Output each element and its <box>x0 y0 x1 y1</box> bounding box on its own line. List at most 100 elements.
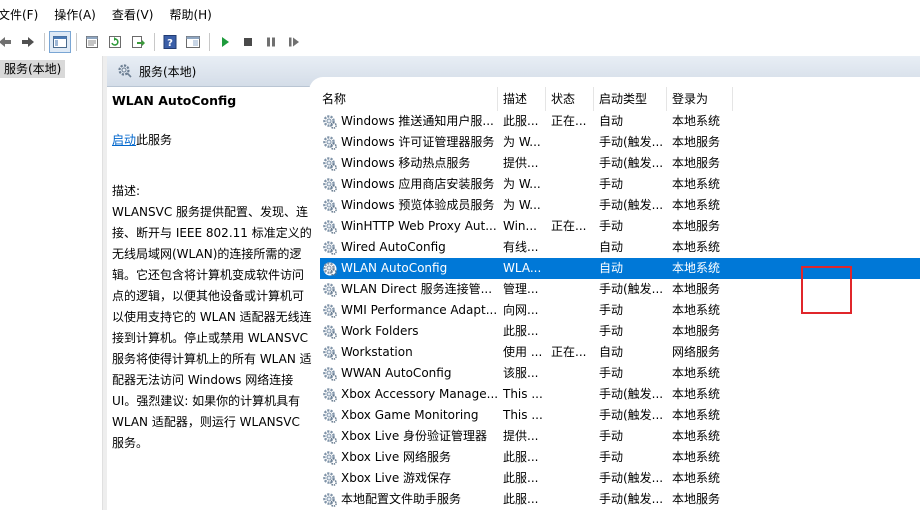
service-gear-icon <box>323 135 337 150</box>
column-header-name[interactable]: 名称 <box>320 87 498 111</box>
console-tree: 服务(本地) <box>0 56 103 510</box>
service-logon-as: 本地系统 <box>672 261 721 275</box>
stop-icon[interactable] <box>237 31 259 53</box>
help-icon[interactable]: ? <box>159 31 181 53</box>
service-name-cell: WLAN AutoConfig <box>320 258 498 279</box>
table-row[interactable]: Xbox Live 身份验证管理器 提供... 手动 本地系统 <box>320 426 920 447</box>
table-row[interactable]: WWAN AutoConfig 该服... 手动 本地系统 <box>320 363 920 384</box>
menu-bar: 文件(F) 操作(A) 查看(V) 帮助(H) <box>0 0 920 30</box>
table-row[interactable]: Windows 应用商店安装服务为 W... 手动 本地系统 <box>320 174 920 195</box>
description-text: WLANSVC 服务提供配置、发现、连接、断开与 IEEE 802.11 标准定… <box>112 205 312 450</box>
service-description: This ... <box>503 408 543 422</box>
toolbar-separator <box>209 33 210 51</box>
service-name: 本地配置文件助手服务 <box>341 492 462 506</box>
restart-icon[interactable] <box>283 31 305 53</box>
table-row[interactable]: Xbox Live 网络服务 此服... 手动 本地系统 <box>320 447 920 468</box>
play-icon[interactable] <box>214 31 236 53</box>
service-name: Work Folders <box>341 324 419 338</box>
service-logon-as: 本地系统 <box>672 240 721 254</box>
service-name-cell: WWAN AutoConfig <box>320 363 498 384</box>
service-gear-icon <box>323 240 337 255</box>
service-name-cell: 本地配置文件助手服务 <box>320 489 498 510</box>
table-row[interactable]: Xbox Game Monitoring This ... 手动(触发... 本地系统 <box>320 405 920 426</box>
service-gear-icon <box>323 114 337 129</box>
show-tree-icon[interactable] <box>49 31 71 53</box>
column-header-description[interactable]: 描述 <box>498 87 546 111</box>
service-name-cell: Xbox Game Monitoring <box>320 405 498 426</box>
service-name: WMI Performance Adapt... <box>341 303 498 317</box>
service-name: WinHTTP Web Proxy Aut... <box>341 219 497 233</box>
service-description: 此服... <box>503 114 539 128</box>
service-name: WWAN AutoConfig <box>341 366 452 380</box>
export-icon[interactable] <box>127 31 149 53</box>
table-row[interactable]: Xbox Live 游戏保存 此服... 手动(触发... 本地系统 <box>320 468 920 489</box>
forward-icon[interactable] <box>17 31 39 53</box>
service-description: 有线... <box>503 240 539 254</box>
service-name-cell: Xbox Live 身份验证管理器 <box>320 426 498 447</box>
service-description: 使用 ... <box>503 345 543 359</box>
back-icon[interactable] <box>0 31 16 53</box>
service-name: Xbox Live 游戏保存 <box>341 471 452 485</box>
service-gear-icon <box>323 156 337 171</box>
tree-item-services-local[interactable]: 服务(本地) <box>0 60 66 78</box>
table-row[interactable]: Windows 许可证管理器服务为 W... 手动(触发... 本地服务 <box>320 132 920 153</box>
service-name: Windows 许可证管理器服务 <box>341 135 495 149</box>
table-row[interactable]: Xbox Accessory Manage... This ... 手动(触发...… <box>320 384 920 405</box>
column-header-logon-as[interactable]: 登录为 <box>667 87 733 111</box>
service-name-cell: Xbox Live 游戏保存 <box>320 468 498 489</box>
service-logon-as: 本地服务 <box>672 492 721 506</box>
service-logon-as: 本地系统 <box>672 303 721 317</box>
table-row[interactable]: Wired AutoConfig 有线... 自动 本地系统 <box>320 237 920 258</box>
toolbar-separator <box>154 33 155 51</box>
svg-text:?: ? <box>167 38 173 49</box>
start-service-link[interactable]: 启动 <box>112 133 136 147</box>
service-status: 正在... <box>551 114 587 128</box>
menu-view[interactable]: 查看(V) <box>104 0 162 30</box>
service-logon-as: 本地系统 <box>672 471 721 485</box>
table-row[interactable]: Windows 移动热点服务 提供... 手动(触发... 本地服务 <box>320 153 920 174</box>
service-description: 提供... <box>503 156 539 170</box>
service-logon-as: 本地系统 <box>672 450 721 464</box>
console-icon[interactable] <box>182 31 204 53</box>
service-startup-type: 手动(触发... <box>599 156 664 170</box>
refresh-icon[interactable] <box>104 31 126 53</box>
column-headers: 名称 描述 状态 启动类型 登录为 <box>320 87 920 111</box>
service-description: 为 W... <box>503 198 541 212</box>
service-name-cell: Xbox Live 网络服务 <box>320 447 498 468</box>
service-name-cell: Wired AutoConfig <box>320 237 498 258</box>
service-status: 正在... <box>551 219 587 233</box>
service-logon-as: 本地系统 <box>672 408 721 422</box>
table-row[interactable]: 本地配置文件助手服务 此服... 手动(触发... 本地服务 <box>320 489 920 510</box>
table-row[interactable]: Workstation 使用 ... 正在... 自动 网络服务 <box>320 342 920 363</box>
service-description: 此服... <box>503 492 539 506</box>
menu-action[interactable]: 操作(A) <box>46 0 104 30</box>
services-list: 名称 描述 状态 启动类型 登录为 Windows 推送通知用户服... 此服..… <box>320 87 920 510</box>
service-gear-icon <box>323 366 337 381</box>
service-gear-icon <box>323 450 337 465</box>
toolbar-separator <box>44 33 45 51</box>
service-startup-type: 自动 <box>599 114 624 128</box>
service-startup-type: 自动 <box>599 240 624 254</box>
properties-icon[interactable] <box>81 31 103 53</box>
table-row[interactable]: WinHTTP Web Proxy Aut... Win... 正在... 手动 本地服… <box>320 216 920 237</box>
menu-help[interactable]: 帮助(H) <box>161 0 219 30</box>
pause-icon[interactable] <box>260 31 282 53</box>
table-row[interactable]: Windows 预览体验成员服务为 W... 手动(触发... 本地系统 <box>320 195 920 216</box>
service-logon-as: 本地服务 <box>672 324 721 338</box>
column-header-status[interactable]: 状态 <box>546 87 594 111</box>
service-description: 此服... <box>503 471 539 485</box>
service-name-cell: WLAN Direct 服务连接管... <box>320 279 498 300</box>
menu-file[interactable]: 文件(F) <box>0 0 46 30</box>
service-logon-as: 本地服务 <box>672 219 721 233</box>
description-pane: WLAN AutoConfig 启动此服务 描述: WLANSVC 服务提供配置… <box>112 92 312 502</box>
table-row[interactable]: Windows 推送通知用户服... 此服... 正在... 自动 本地系统 <box>320 111 920 132</box>
highlight-box <box>801 266 852 314</box>
column-header-startup-type[interactable]: 启动类型 <box>594 87 667 111</box>
service-startup-type: 手动(触发... <box>599 492 664 506</box>
selected-service-title: WLAN AutoConfig <box>112 93 237 108</box>
service-name: Xbox Game Monitoring <box>341 408 479 422</box>
table-row[interactable]: Work Folders 此服... 手动 本地服务 <box>320 321 920 342</box>
services-panel: 服务(本地) WLAN AutoConfig 启动此服务 描述: WLANSVC… <box>107 56 920 510</box>
service-startup-type: 手动(触发... <box>599 282 664 296</box>
service-name-cell: Windows 预览体验成员服务 <box>320 195 498 216</box>
